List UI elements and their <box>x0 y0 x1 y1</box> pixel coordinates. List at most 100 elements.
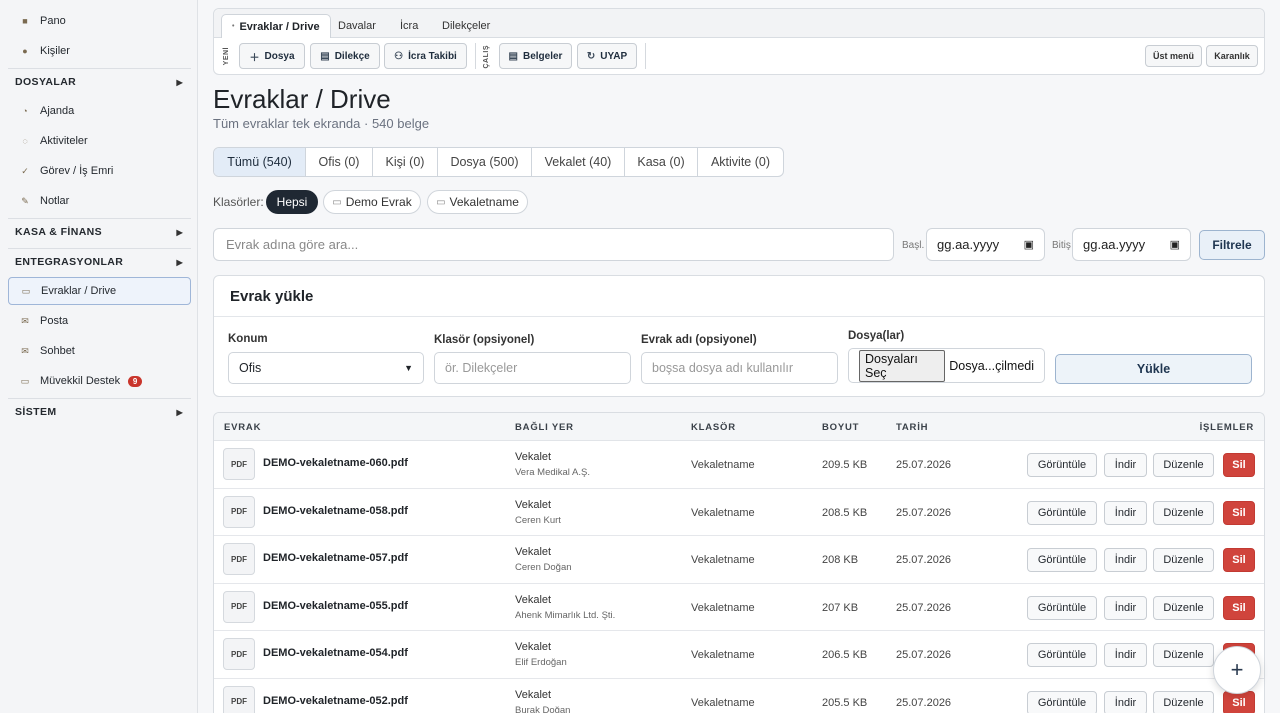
header-klasor[interactable]: KLASÖR <box>691 422 736 433</box>
folder-pill-demo-evrak[interactable]: ▭ Demo Evrak <box>323 190 421 214</box>
group-label-yeni: YENİ <box>223 47 230 66</box>
evrak-adi-label: Evrak adı (opsiyonel) <box>641 334 757 346</box>
sidebar-section-dosyalar[interactable]: DOSYALAR ▶ <box>8 69 191 95</box>
sidebar-item-posta[interactable]: ✉ Posta <box>8 307 191 335</box>
filter-tab-dosya[interactable]: Dosya (500) <box>438 148 532 176</box>
documents-table: EVRAK BAĞLI YER KLASÖR BOYUT TARİH İŞLEM… <box>213 412 1265 713</box>
view-button[interactable]: Görüntüle <box>1027 690 1097 713</box>
edit-button[interactable]: Düzenle <box>1153 643 1214 667</box>
new-dilekce-button[interactable]: ▤ Dilekçe <box>310 43 380 69</box>
new-dosya-button[interactable]: ＋ Dosya <box>239 43 305 69</box>
sidebar-item-kisiler[interactable]: ● Kişiler <box>8 37 191 65</box>
tab-dilekceler[interactable]: Dilekçeler <box>442 14 490 38</box>
edit-button[interactable]: Düzenle <box>1153 453 1214 477</box>
filter-tab-vekalet[interactable]: Vekalet (40) <box>532 148 625 176</box>
upload-button[interactable]: Yükle <box>1055 354 1252 384</box>
edit-button[interactable]: Düzenle <box>1153 690 1214 713</box>
tab-icra[interactable]: İcra <box>400 14 418 38</box>
belgeler-button[interactable]: ▤ Belgeler <box>499 43 572 69</box>
uyap-button[interactable]: ↻ UYAP <box>577 43 637 69</box>
pdf-file-icon: PDF <box>223 590 255 623</box>
tab-evraklar[interactable]: • Evraklar / Drive <box>221 14 331 38</box>
sidebar-item-notlar[interactable]: ✎ Notlar <box>8 187 191 215</box>
download-button[interactable]: İndir <box>1104 643 1147 667</box>
view-button[interactable]: Görüntüle <box>1027 595 1097 620</box>
tab-davalar[interactable]: Davalar <box>338 14 376 38</box>
konum-select[interactable]: Ofis ▼ <box>228 352 424 384</box>
edit-button[interactable]: Düzenle <box>1153 595 1214 620</box>
filter-tab-kasa[interactable]: Kasa (0) <box>625 148 698 176</box>
delete-button[interactable]: Sil <box>1223 500 1255 525</box>
search-input[interactable]: Evrak adına göre ara... <box>213 228 894 261</box>
end-date-input[interactable]: gg.aa.yyyy ▣ <box>1072 228 1191 261</box>
pdf-file-icon: PDF <box>223 495 255 528</box>
download-button[interactable]: İndir <box>1104 500 1147 525</box>
choose-files-button[interactable]: Dosyaları Seç <box>859 349 946 382</box>
filter-tab-aktivite[interactable]: Aktivite (0) <box>698 148 783 176</box>
download-button[interactable]: İndir <box>1104 453 1147 477</box>
download-button[interactable]: İndir <box>1104 595 1147 620</box>
start-date-input[interactable]: gg.aa.yyyy ▣ <box>926 228 1045 261</box>
filter-button[interactable]: Filtrele <box>1199 230 1265 260</box>
toolbar-divider <box>475 43 476 69</box>
sidebar-section-kasa[interactable]: KASA & FİNANS ▶ <box>8 219 191 245</box>
sidebar-item-sohbet[interactable]: ✉ Sohbet <box>8 337 191 365</box>
folder-cell: Vekaletname <box>691 696 755 709</box>
download-button[interactable]: İndir <box>1104 690 1147 713</box>
filter-tab-ofis[interactable]: Ofis (0) <box>306 148 373 176</box>
tab-label: İcra <box>400 20 419 32</box>
ust-menu-button[interactable]: Üst menü <box>1145 45 1202 67</box>
sidebar-item-gorev[interactable]: ✓ Görev / İş Emri <box>8 157 191 185</box>
sidebar-item-aktiviteler[interactable]: ◌ Aktiviteler <box>8 127 191 155</box>
file-name[interactable]: DEMO-vekaletname-054.pdf <box>263 647 408 659</box>
calendar-icon[interactable]: ▣ <box>1024 238 1034 251</box>
link-name: Ceren Kurt <box>515 514 561 526</box>
file-name[interactable]: DEMO-vekaletname-055.pdf <box>263 600 408 612</box>
header-islemler: İŞLEMLER <box>1199 422 1254 433</box>
file-name[interactable]: DEMO-vekaletname-060.pdf <box>263 457 408 469</box>
file-name[interactable]: DEMO-vekaletname-058.pdf <box>263 505 408 517</box>
folders-label: Klasörler: <box>213 195 264 209</box>
sidebar-item-pano[interactable]: ■ Pano <box>8 7 191 35</box>
sidebar-section-entegrasyonlar[interactable]: ENTEGRASYONLAR ▶ <box>8 249 191 275</box>
pdf-file-icon: PDF <box>223 543 255 575</box>
table-row: PDF DEMO-vekaletname-052.pdf Vekalet Burak … <box>214 679 1264 713</box>
delete-button[interactable]: Sil <box>1223 548 1255 572</box>
klasor-input[interactable]: ör. Dilekçeler <box>434 352 631 384</box>
file-name[interactable]: DEMO-vekaletname-052.pdf <box>263 695 408 707</box>
view-button[interactable]: Görüntüle <box>1027 500 1097 525</box>
file-name[interactable]: DEMO-vekaletname-057.pdf <box>263 552 408 564</box>
tab-label: Dilekçeler <box>442 20 491 32</box>
header-boyut[interactable]: BOYUT <box>822 422 859 433</box>
evrak-adi-input[interactable]: boşsa dosya adı kullanılır <box>641 352 838 384</box>
filter-tab-tumu[interactable]: Tümü (540) <box>214 148 306 176</box>
sidebar-item-muvekkil-destek[interactable]: ▭ Müvekkil Destek 9 <box>8 367 191 395</box>
new-icra-button[interactable]: ⚇ İcra Takibi <box>384 43 467 69</box>
download-button[interactable]: İndir <box>1104 548 1147 572</box>
view-button[interactable]: Görüntüle <box>1027 453 1097 477</box>
header-bagli-yer[interactable]: BAĞLI YER <box>515 422 574 433</box>
pdf-file-icon: PDF <box>223 685 255 713</box>
sidebar-section-sistem[interactable]: SİSTEM ▶ <box>8 399 191 425</box>
delete-button[interactable]: Sil <box>1223 595 1255 620</box>
chevron-right-icon: ▶ <box>176 407 183 417</box>
edit-button[interactable]: Düzenle <box>1153 548 1214 572</box>
calendar-icon[interactable]: ▣ <box>1170 238 1180 251</box>
delete-button[interactable]: Sil <box>1223 453 1255 477</box>
header-tarih[interactable]: TARİH <box>896 422 928 433</box>
header-evrak[interactable]: EVRAK <box>224 422 261 433</box>
filter-tab-kisi[interactable]: Kişi (0) <box>373 148 438 176</box>
plus-icon: + <box>1230 657 1244 682</box>
sidebar-item-ajanda[interactable]: ◔ Ajanda <box>8 97 191 125</box>
edit-button[interactable]: Düzenle <box>1153 500 1214 525</box>
dark-mode-button[interactable]: Karanlık <box>1206 45 1258 67</box>
folder-pill-vekaletname[interactable]: ▭ Vekaletname <box>427 190 528 214</box>
view-button[interactable]: Görüntüle <box>1027 548 1097 572</box>
file-input[interactable]: Dosyaları Seç Dosya...çilmedi <box>848 348 1045 383</box>
button-label: Dilekçe <box>334 50 370 62</box>
sidebar-item-evraklar[interactable]: ▭ Evraklar / Drive <box>8 277 191 305</box>
folder-pill-hepsi[interactable]: Hepsi <box>266 190 318 214</box>
upload-card: Evrak yükle Konum Ofis ▼ Klasör (opsiyone… <box>213 275 1265 397</box>
view-button[interactable]: Görüntüle <box>1027 643 1097 667</box>
add-fab-button[interactable]: + <box>1213 646 1261 694</box>
